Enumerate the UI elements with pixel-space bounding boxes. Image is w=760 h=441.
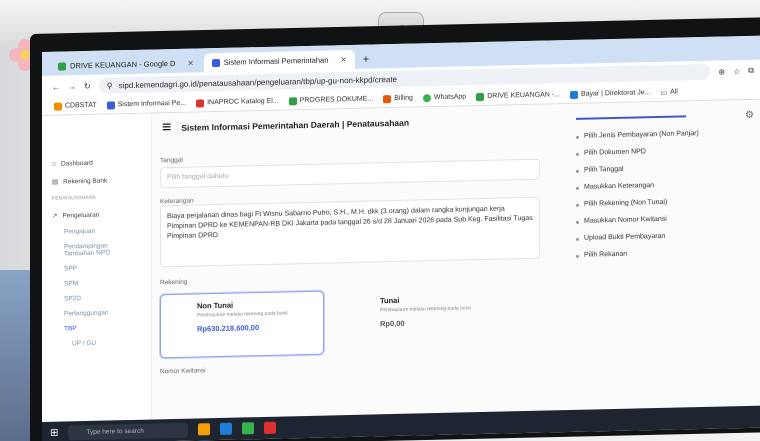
zoom-icon[interactable]: ⊕ — [718, 67, 725, 76]
new-tab-icon[interactable]: + — [357, 49, 375, 68]
card-amount: Rp630.218.600,00 — [197, 323, 260, 334]
sidebar-item-label: Pengeluaran — [62, 211, 100, 220]
bookmark-item[interactable]: CDBSTAT — [54, 101, 97, 111]
menu-icon[interactable]: ≡ — [162, 119, 171, 137]
bookmark-item[interactable]: Billing — [383, 94, 413, 103]
bookmark-icon — [383, 94, 392, 103]
whatsapp-icon — [422, 93, 431, 102]
bookmark-item[interactable]: Bayar | Direktorat Je... — [569, 89, 651, 99]
monitor-photo: DRIVE KEUANGAN - Google D ✕ Sistem Infor… — [0, 0, 760, 441]
bookmark-label: DRIVE KEUANGAN -... — [487, 91, 560, 100]
url-text: sipd.kemendagri.go.id/penatausahaan/peng… — [118, 74, 397, 90]
main-content: ≡ Sistem Informasi Pemerintahan Daerah |… — [152, 99, 760, 420]
taskbar-search[interactable]: Type here to search — [68, 422, 189, 440]
bookmark-label: All — [670, 88, 678, 96]
bookmark-icon — [54, 102, 62, 111]
page-title: Sistem Informasi Pemerintahan Daerah | P… — [181, 117, 410, 133]
screen: DRIVE KEUANGAN - Google D ✕ Sistem Infor… — [42, 35, 760, 441]
tanggal-field[interactable]: Pilih tanggal dahulu — [160, 158, 540, 189]
close-icon[interactable]: ✕ — [187, 59, 193, 68]
bookmark-label: Sistem Informasi Pe... — [117, 99, 187, 109]
extensions-icon[interactable]: ⧉ — [748, 66, 754, 76]
bookmark-icon — [106, 100, 115, 110]
rekening-label: Rekening — [160, 278, 188, 287]
bookmark-label: Bayar | Direktorat Je... — [580, 89, 651, 98]
bookmark-label: CDBSTAT — [65, 101, 97, 110]
bookmark-star-icon[interactable]: ☆ — [733, 67, 740, 76]
drive-icon — [58, 61, 66, 71]
chrome-icon[interactable] — [242, 422, 255, 435]
card-desc: Pembayaran melalui rekening pada bank — [197, 310, 288, 319]
tab-label: Sistem Informasi Pemerintahan — [223, 55, 329, 67]
drive-icon — [476, 92, 485, 101]
reload-icon[interactable]: ↻ — [84, 81, 91, 90]
nomor-kwitansi-label: Nomor Kwitansi — [160, 367, 206, 376]
bookmark-label: PROGRES DOKUME... — [299, 95, 374, 105]
payment-card-tunai[interactable]: Tunai Pembayaran melalui rekening pada t… — [344, 286, 508, 354]
steps-panel: Pilih Jenis Pembayaran (Non Panjar) Pili… — [574, 114, 760, 264]
bookmark-icon — [196, 98, 205, 108]
keterangan-field[interactable]: Biaya perjalanan dinas bagi Ft Wisnu Sab… — [160, 196, 540, 268]
bookmark-label: Billing — [394, 94, 413, 103]
bookmark-label: WhatsApp — [433, 93, 467, 102]
payment-method-options: Non Tunai Pembayaran melalui rekening pa… — [160, 286, 540, 359]
close-icon[interactable]: ✕ — [340, 55, 346, 64]
folder-icon: ▭ — [660, 89, 668, 97]
bookmark-icon — [569, 90, 578, 99]
card-desc: Pembayaran melalui rekening pada tunai — [380, 305, 471, 314]
bookmark-item[interactable]: INAPROC Katalog El... — [196, 97, 279, 108]
home-icon: ⌂ — [52, 160, 56, 168]
bookmark-item[interactable]: DRIVE KEUANGAN -... — [476, 91, 560, 101]
sidebar-subitem[interactable]: Pendampingan Tambahan NPD — [42, 238, 151, 262]
app-container: ⌂ Dashboard ▤ Rekening Bank PENATAUSAHAAN … — [42, 99, 760, 422]
card-title: Tunai — [380, 295, 400, 306]
sidebar-subitem[interactable]: UP / GU — [42, 335, 151, 352]
explorer-icon[interactable] — [198, 423, 211, 436]
payment-card-non-tunai[interactable]: Non Tunai Pembayaran melalui rekening pa… — [160, 290, 324, 359]
site-info-icon[interactable]: ⚲ — [107, 81, 113, 90]
edge-icon[interactable] — [220, 422, 233, 435]
tab-sipd[interactable]: Sistem Informasi Pemerintahan ✕ — [203, 49, 355, 73]
step-item: Pilih Rekanan — [574, 243, 760, 264]
tab-drive[interactable]: DRIVE KEUANGAN - Google D ✕ — [50, 53, 202, 75]
forward-icon[interactable]: → — [68, 82, 76, 91]
sidebar-item-label: Dashboard — [60, 159, 93, 168]
bookmark-icon — [288, 96, 297, 105]
app-icon[interactable] — [264, 421, 277, 434]
bank-icon: ▤ — [52, 178, 59, 186]
bookmark-item[interactable]: PROGRES DOKUME... — [288, 95, 374, 105]
tab-label: DRIVE KEUANGAN - Google D — [70, 58, 176, 71]
card-title: Non Tunai — [197, 300, 234, 311]
windows-start-icon[interactable]: ⊞ — [50, 427, 58, 438]
tbp-form: Tanggal Pilih tanggal dahulu Keterangan … — [160, 139, 540, 376]
sidebar: ⌂ Dashboard ▤ Rekening Bank PENATAUSAHAAN … — [42, 113, 152, 422]
arrow-icon: ↗ — [52, 212, 58, 220]
bookmark-label: INAPROC Katalog El... — [207, 97, 279, 107]
back-icon[interactable]: ← — [52, 82, 60, 91]
all-bookmarks[interactable]: ▭ All — [660, 88, 678, 97]
sipd-icon — [211, 58, 220, 67]
bookmark-item[interactable]: Sistem Informasi Pe... — [106, 99, 187, 110]
bookmark-item[interactable]: WhatsApp — [422, 93, 467, 102]
card-amount: Rp0,00 — [380, 318, 405, 329]
sidebar-item-label: Rekening Bank — [63, 177, 108, 186]
